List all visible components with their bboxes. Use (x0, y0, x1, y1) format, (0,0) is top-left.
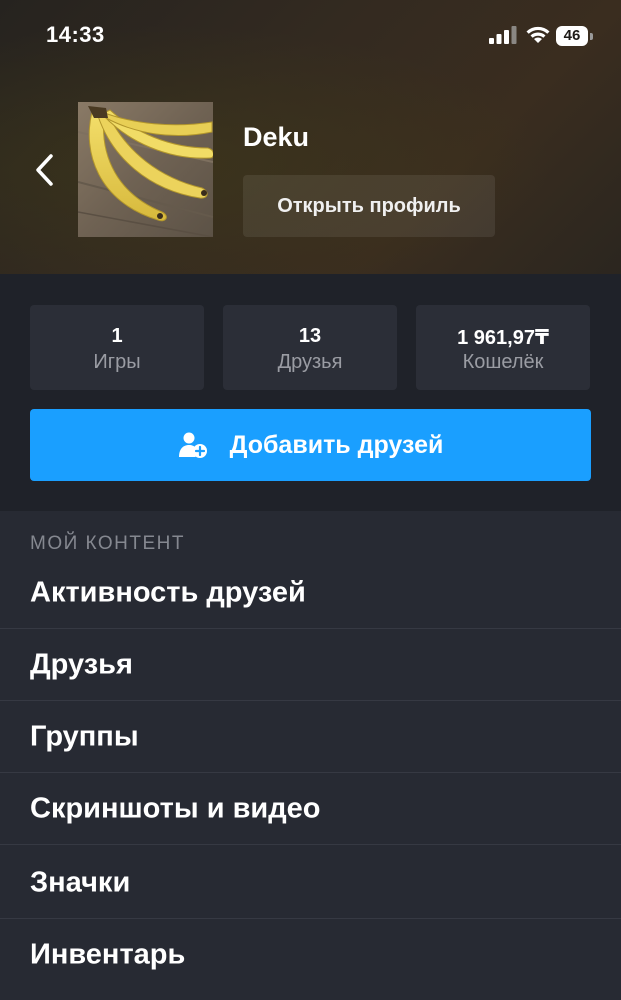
add-friend-icon (178, 432, 207, 458)
battery-tip (590, 33, 593, 40)
stat-card-friends[interactable]: 13 Друзья (223, 305, 397, 390)
menu-item-label: Активность друзей (30, 576, 306, 608)
profile-avatar[interactable] (78, 102, 213, 237)
stat-card-games[interactable]: 1 Игры (30, 305, 204, 390)
add-friends-label: Добавить друзей (229, 430, 444, 459)
stat-friends-value: 13 (298, 325, 322, 347)
menu-item-label: Группы (30, 720, 139, 752)
banana-avatar-icon (78, 102, 213, 237)
menu-item-badges[interactable]: Значки (0, 847, 621, 919)
section-title: МОЙ КОНТЕНТ (30, 533, 186, 554)
menu-item-friends-activity[interactable]: Активность друзей (0, 557, 621, 629)
menu-item-label: Значки (30, 866, 131, 898)
battery-icon: 46 (556, 26, 594, 46)
stats-section: 1 Игры 13 Друзья 1 961,97₸ Кошелёк Добав… (0, 274, 621, 511)
stat-games-value: 1 (111, 325, 123, 347)
menu-item-screenshots-videos[interactable]: Скриншоты и видео (0, 773, 621, 845)
menu-item-inventory[interactable]: Инвентарь (0, 919, 621, 991)
my-content-section: МОЙ КОНТЕНТ Активность друзей Друзья Гру… (0, 511, 621, 1000)
stat-card-wallet[interactable]: 1 961,97₸ Кошелёк (416, 305, 590, 390)
stat-wallet-label: Кошелёк (462, 351, 544, 373)
add-friends-button[interactable]: Добавить друзей (30, 409, 591, 481)
back-chevron-icon[interactable] (28, 148, 64, 192)
cellular-signal-icon (489, 26, 517, 44)
stat-games-label: Игры (93, 351, 141, 373)
battery-level: 46 (556, 26, 588, 46)
profile-name: Deku (243, 122, 310, 152)
menu-item-label: Скриншоты и видео (30, 792, 321, 824)
menu-item-label: Инвентарь (30, 938, 186, 971)
status-time: 14:33 (46, 22, 105, 47)
open-profile-button[interactable]: Открыть профиль (243, 175, 495, 237)
menu-item-groups[interactable]: Группы (0, 701, 621, 773)
menu-item-friends[interactable]: Друзья (0, 629, 621, 701)
menu-item-label: Друзья (30, 648, 133, 680)
status-bar: 14:33 46 (0, 0, 621, 74)
wifi-icon (526, 26, 550, 43)
stat-wallet-value: 1 961,97₸ (457, 327, 549, 349)
stat-friends-label: Друзья (277, 351, 343, 373)
